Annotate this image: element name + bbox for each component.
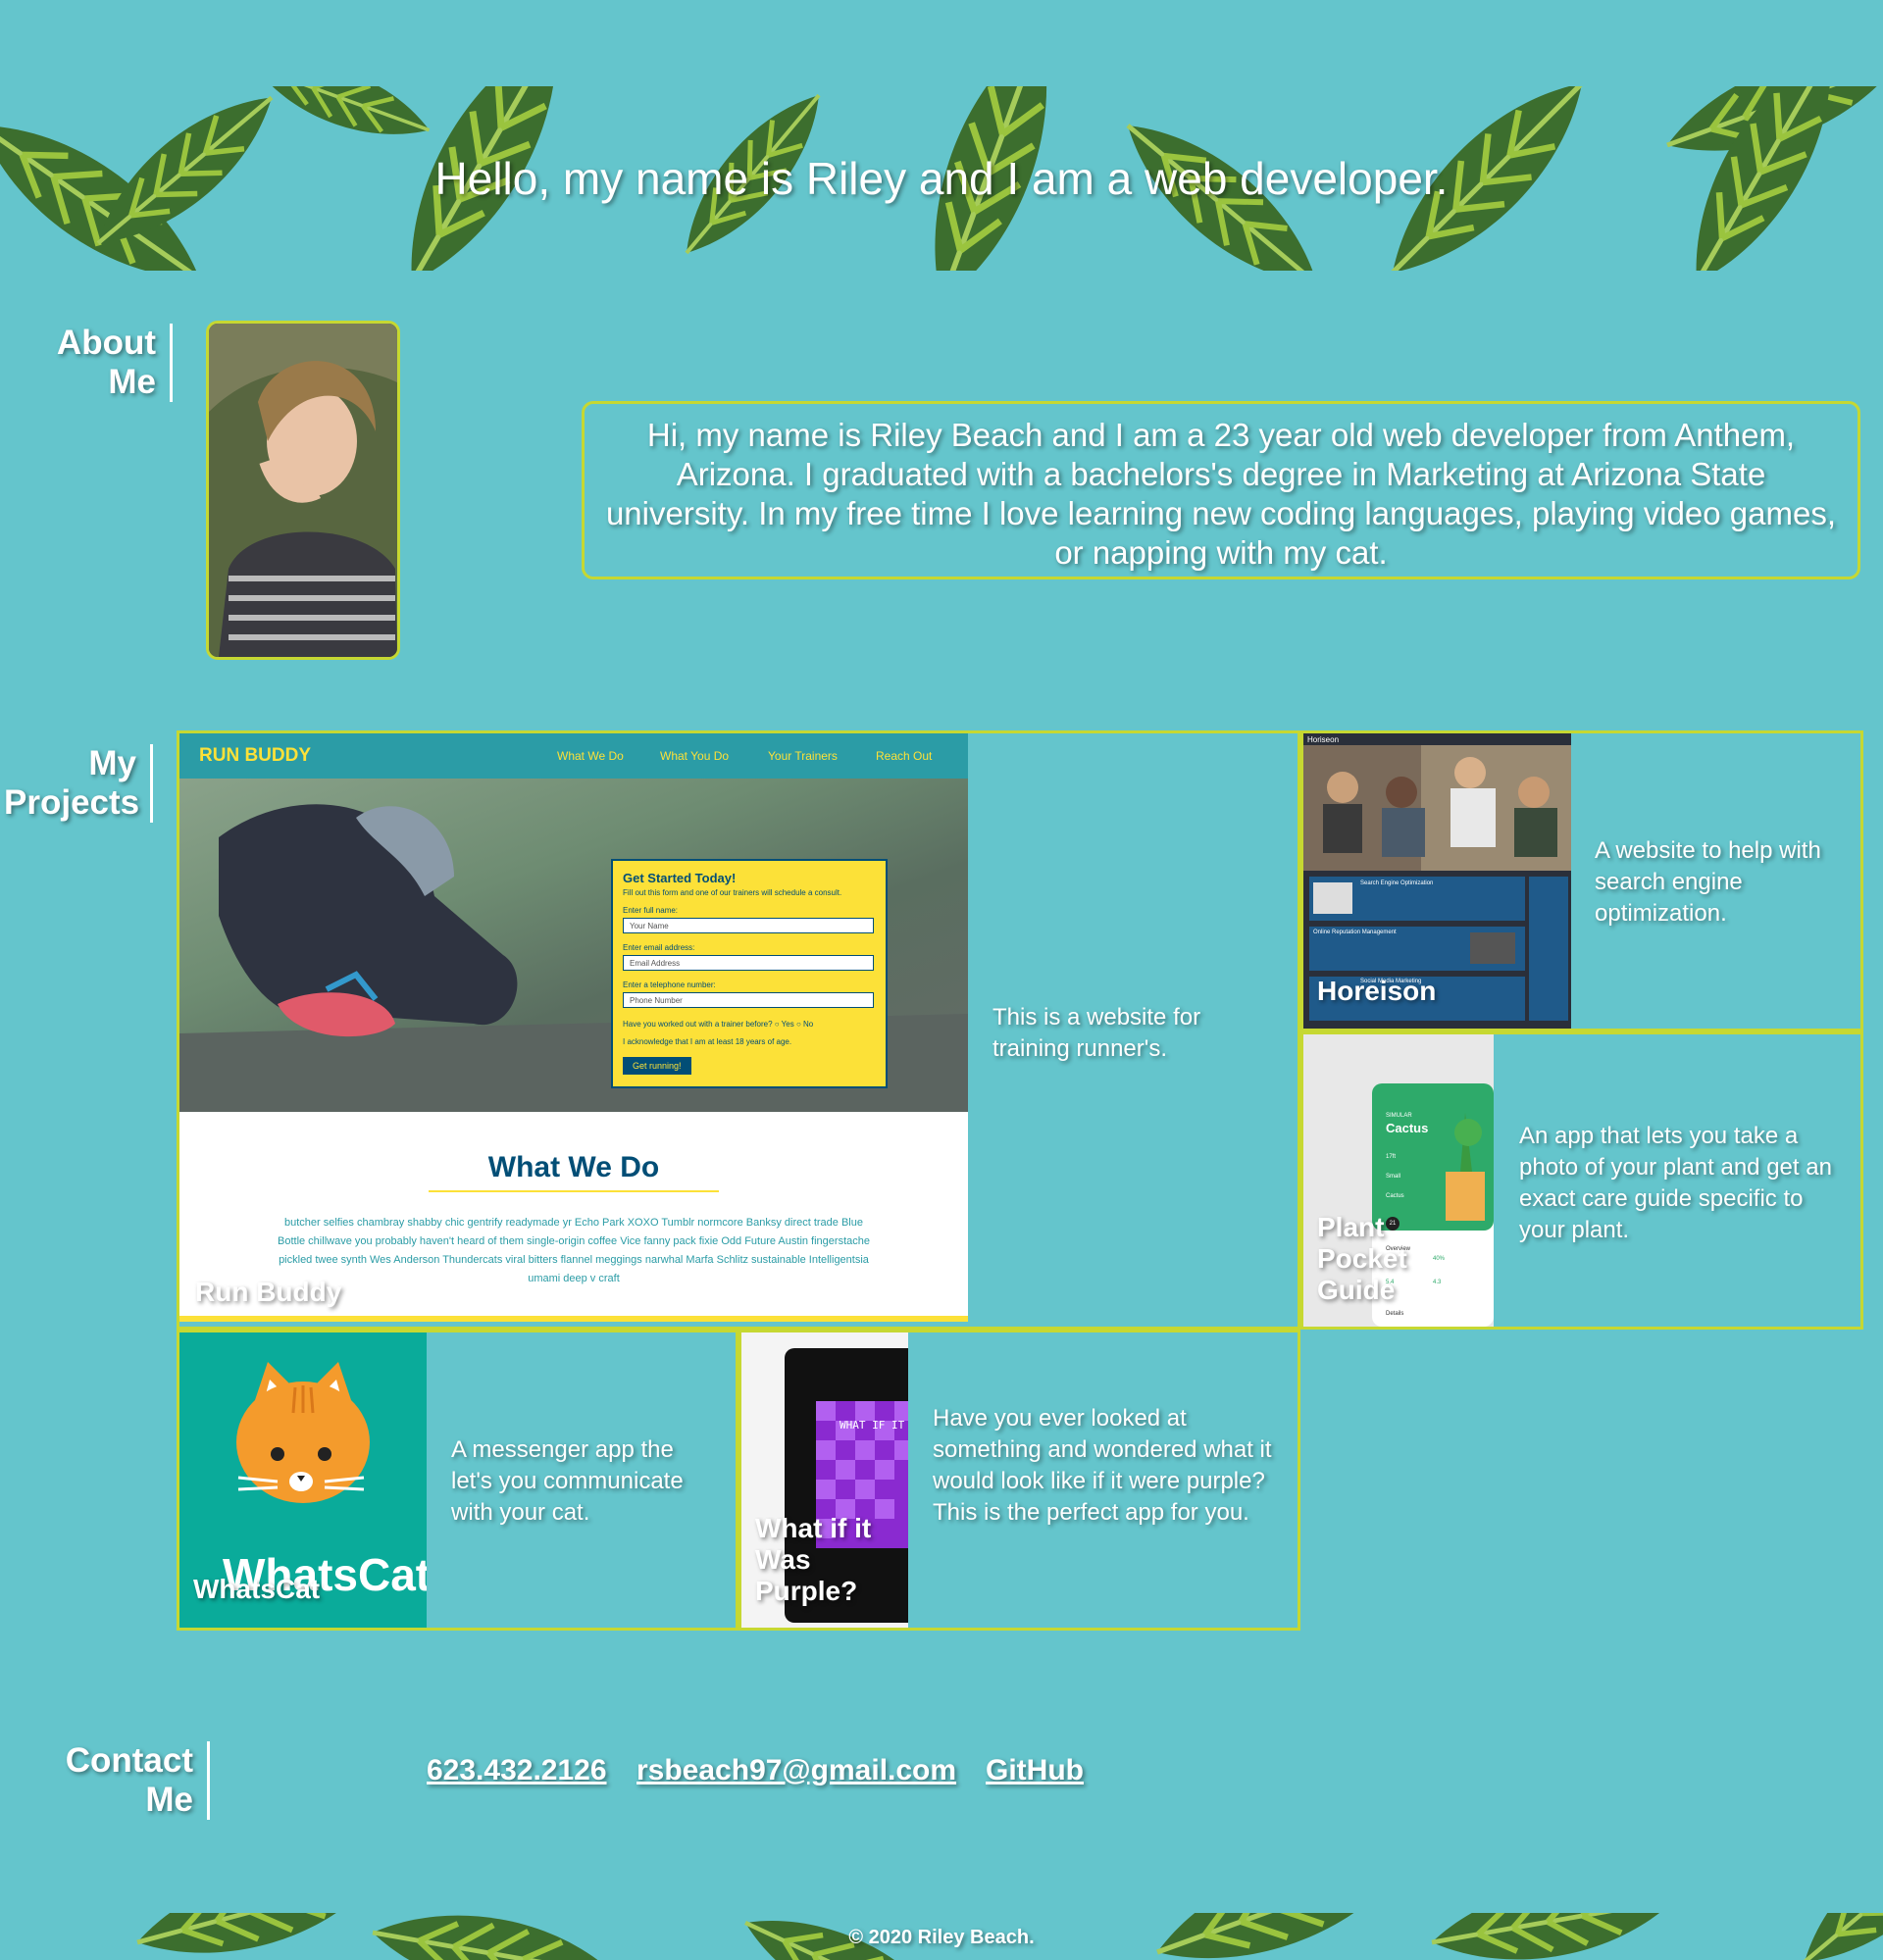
project-title: Horeison [1317, 976, 1437, 1006]
rb-input-phone: Phone Number [623, 992, 874, 1008]
run-buddy-screenshot: RUN BUDDY What We Do What You Do Your Tr… [179, 733, 968, 1327]
rb-input-name: Your Name [623, 918, 874, 933]
project-title: WhatsCat [193, 1574, 321, 1604]
rb-section-title: What We Do [487, 1151, 660, 1183]
horeison-row: Search Engine Optimization [1360, 880, 1434, 886]
plant-row: Small [1386, 1174, 1401, 1180]
project-description: A website to help with search engine opt… [1595, 837, 1821, 927]
plant-name: Cactus [1386, 1121, 1429, 1135]
rb-nav-link: Your Trainers [768, 749, 838, 763]
plant-row: Cactus [1386, 1193, 1404, 1199]
phone-link[interactable]: 623.432.2126 [427, 1754, 607, 1787]
project-title: Run Buddy [195, 1277, 342, 1307]
profile-photo [206, 321, 400, 660]
contact-label-line1: Contact [65, 1741, 193, 1780]
plant-kicker: SIMULAR [1386, 1113, 1412, 1119]
copyright-text: © 2020 Riley Beach. [848, 1927, 1035, 1948]
about-bio: Hi, my name is Riley Beach and I am a 23… [582, 401, 1860, 579]
rb-question: Have you worked out with a trainer befor… [623, 1020, 814, 1029]
rb-label-email: Enter email address: [623, 943, 695, 952]
project-description: This is a website for training runner's. [992, 1004, 1201, 1062]
projects-label-line1: My [88, 744, 136, 782]
rb-signup-form: Get Started Today! Fill out this form an… [611, 859, 888, 1088]
rb-no: No [803, 1020, 814, 1029]
rb-question-text: Have you worked out with a trainer befor… [623, 1020, 773, 1029]
rb-form-title: Get Started Today! [623, 871, 737, 885]
plant-row: 17ft [1386, 1154, 1397, 1160]
rb-logo: RUN BUDDY [199, 745, 311, 766]
rb-hero-image: Get Started Today! Fill out this form an… [179, 779, 968, 1112]
project-title: Plant Pocket Guide [1317, 1212, 1407, 1305]
rb-form-sub: Fill out this form and one of our traine… [623, 888, 842, 897]
plant-details: Details [1386, 1311, 1404, 1317]
rb-section-text: butcher selfies chambray shabby chic gen… [278, 1217, 870, 1284]
hero-title: Hello, my name is Riley and I am a web d… [434, 153, 1449, 204]
about-section-label: About Me [39, 324, 173, 402]
project-description: An app that lets you take a photo of you… [1519, 1123, 1832, 1243]
project-card-run-buddy[interactable]: RUN BUDDY What We Do What You Do Your Tr… [177, 730, 1300, 1330]
profile-photo-art [209, 324, 397, 657]
project-card-horeison[interactable]: Horiseon Search Engine Optimization Onli… [1300, 730, 1863, 1031]
projects-label-line2: Projects [4, 783, 140, 822]
project-description: A messenger app the let's you communicat… [451, 1436, 684, 1526]
project-card-plant-pocket-guide[interactable]: SIMULAR Cactus 17ft Small Cactus 21 Over… [1300, 1031, 1863, 1330]
about-label-line1: About [56, 324, 156, 362]
rb-ack: I acknowledge that I am at least 18 year… [623, 1037, 792, 1046]
about-label-line2: Me [108, 363, 156, 401]
rb-nav-link: Reach Out [876, 749, 933, 763]
email-link[interactable]: rsbeach97@gmail.com [636, 1754, 956, 1787]
rb-divider [429, 1190, 719, 1192]
rb-nav: RUN BUDDY What We Do What You Do Your Tr… [179, 733, 968, 779]
github-link[interactable]: GitHub [986, 1754, 1084, 1787]
rb-label-phone: Enter a telephone number: [623, 980, 716, 989]
rb-yes: Yes [781, 1020, 794, 1029]
horeison-row: Online Reputation Management [1313, 930, 1397, 935]
rb-nav-link: What You Do [660, 749, 730, 763]
contact-section-label: Contact Me [63, 1741, 210, 1820]
rb-nav-link: What We Do [557, 749, 624, 763]
project-card-whatscat[interactable]: WhatsCat WhatsCat A messenger app the le… [177, 1330, 738, 1631]
project-card-what-if-purple[interactable]: WHAT IF IT WAS PURPLE What if it Was Pur… [738, 1330, 1300, 1631]
rb-input-email: Email Address [623, 955, 874, 971]
projects-section-label: My Projects [4, 744, 153, 823]
purple-mock-text: WHAT IF IT WAS PURPLE [840, 1419, 908, 1432]
rb-label-name: Enter full name: [623, 906, 679, 915]
rb-bottom-bar [179, 1316, 968, 1322]
rb-submit-button: Get running! [623, 1057, 691, 1075]
project-title: What if it Was Purple? [755, 1513, 872, 1606]
project-description: Have you ever looked at something and wo… [933, 1405, 1272, 1526]
contact-label-line2: Me [145, 1781, 193, 1819]
